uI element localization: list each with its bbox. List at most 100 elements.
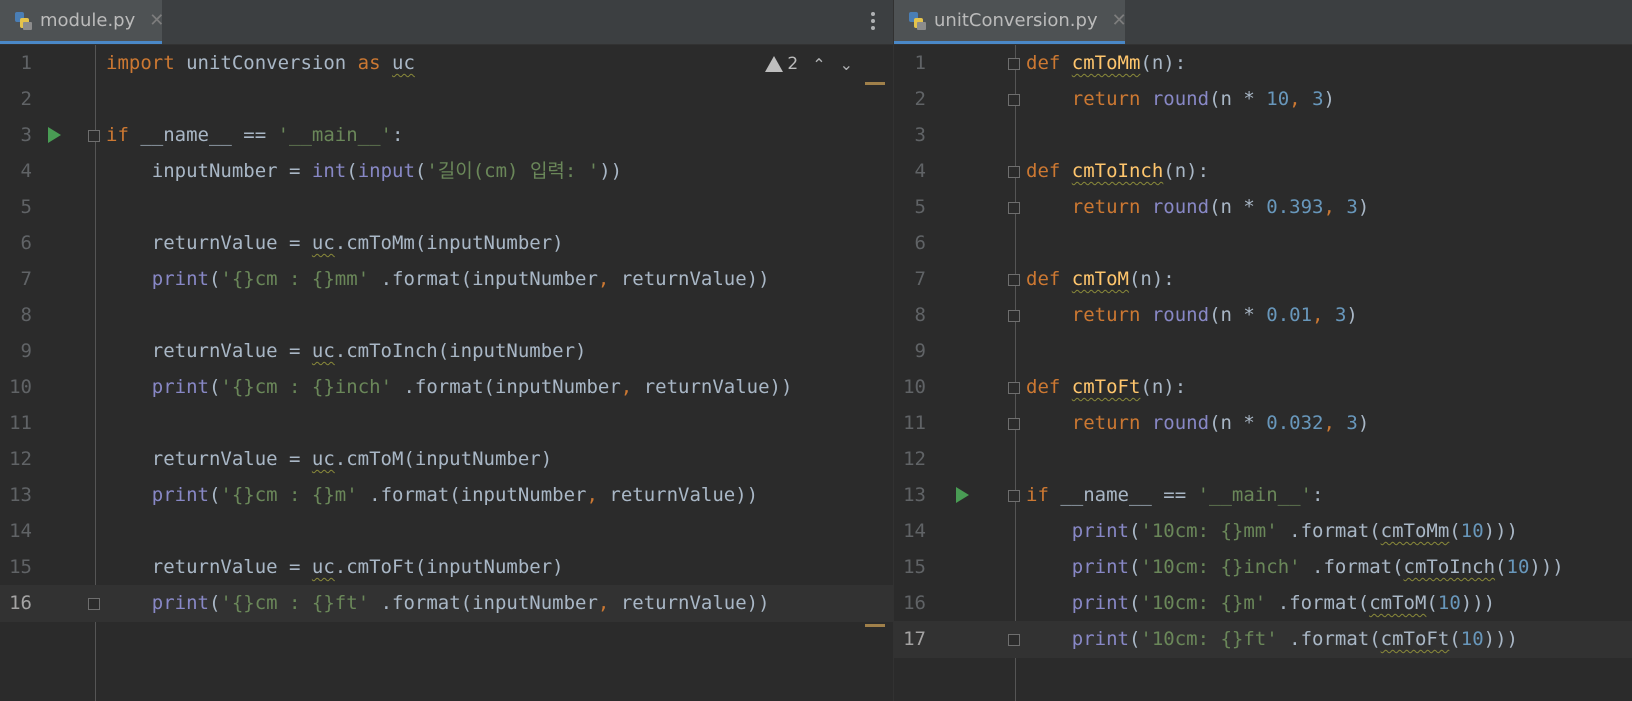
line-number: 13: [9, 484, 32, 506]
code-text: return round(n * 10, 3): [1071, 88, 1335, 110]
python-file-icon: [12, 10, 34, 32]
code-line[interactable]: 11 return round(n * 0.032, 3): [894, 405, 1632, 442]
close-icon[interactable]: ✕: [149, 10, 164, 31]
code-editor-unitconversion[interactable]: 1 def cmToMm(n): 2 return round(n * 10, 3)…: [894, 45, 1632, 701]
code-line[interactable]: 6: [894, 225, 1632, 262]
code-line[interactable]: 9: [894, 333, 1632, 370]
line-number: 3: [914, 124, 926, 146]
code-text: print('{}cm : {}ft' .format(inputNumber,…: [151, 592, 770, 614]
code-line[interactable]: 4 inputNumber = int(input('길이(cm) 입력: ')…: [0, 153, 893, 190]
code-line[interactable]: 15 returnValue = uc.cmToFt(inputNumber): [0, 549, 893, 586]
code-text: print('10cm: {}mm' .format(cmToMm(10))): [1071, 520, 1518, 542]
code-text: returnValue = uc.cmToInch(inputNumber): [106, 340, 587, 362]
code-text: if __name__ == '__main__':: [106, 124, 404, 146]
fold-marker-icon[interactable]: [1008, 58, 1020, 70]
fold-marker-icon[interactable]: [1008, 490, 1020, 502]
code-line[interactable]: 14 print('10cm: {}mm' .format(cmToMm(10)…: [894, 513, 1632, 550]
tab-module-py[interactable]: module.py ✕: [0, 0, 164, 44]
fold-marker-icon[interactable]: [1008, 166, 1020, 178]
line-number: 16: [9, 592, 32, 614]
tab-label: module.py: [40, 10, 136, 31]
tab-unitconversion-py[interactable]: unitConversion.py ✕: [894, 0, 1127, 44]
line-number: 8: [20, 304, 32, 326]
code-text: inputNumber = int(input('길이(cm) 입력: ')): [106, 160, 623, 182]
code-line[interactable]: 8: [0, 297, 893, 334]
line-number: 2: [914, 88, 926, 110]
run-icon[interactable]: [956, 487, 969, 503]
code-line[interactable]: 2 return round(n * 10, 3): [894, 81, 1632, 118]
line-number: 15: [903, 556, 926, 578]
code-text: def cmToMm(n):: [1026, 52, 1187, 74]
close-icon[interactable]: ✕: [1112, 10, 1127, 31]
code-text: return round(n * 0.032, 3): [1071, 412, 1370, 434]
fold-marker-icon[interactable]: [1008, 310, 1020, 322]
code-text: returnValue = uc.cmToFt(inputNumber): [106, 556, 564, 578]
line-number: 6: [20, 232, 32, 254]
line-number: 13: [903, 484, 926, 506]
line-number: 15: [9, 556, 32, 578]
code-line[interactable]: 16 print('10cm: {}m' .format(cmToM(10))): [894, 585, 1632, 622]
line-number: 7: [914, 268, 926, 290]
code-text: print('{}cm : {}m' .format(inputNumber, …: [151, 484, 759, 506]
more-vertical-icon[interactable]: [871, 12, 875, 33]
code-text: returnValue = uc.cmToMm(inputNumber): [106, 232, 564, 254]
fold-marker-icon[interactable]: [1008, 274, 1020, 286]
code-line[interactable]: 13 if __name__ == '__main__':: [894, 477, 1632, 514]
fold-marker-icon[interactable]: [1008, 634, 1020, 646]
code-line[interactable]: 4 def cmToInch(n):: [894, 153, 1632, 190]
tab-bar: unitConversion.py ✕: [894, 0, 1632, 45]
code-line[interactable]: 10 print('{}cm : {}inch' .format(inputNu…: [0, 369, 893, 406]
line-number: 9: [20, 340, 32, 362]
line-number: 14: [903, 520, 926, 542]
line-number: 9: [914, 340, 926, 362]
code-text: print('10cm: {}m' .format(cmToM(10))): [1071, 592, 1496, 614]
code-line[interactable]: 1 def cmToMm(n):: [894, 45, 1632, 82]
code-text: import unitConversion as uc: [106, 52, 415, 74]
code-line[interactable]: 5: [0, 189, 893, 226]
fold-marker-icon[interactable]: [1008, 382, 1020, 394]
code-line[interactable]: 7 print('{}cm : {}mm' .format(inputNumbe…: [0, 261, 893, 298]
code-text: print('{}cm : {}inch' .format(inputNumbe…: [151, 376, 793, 398]
code-line[interactable]: 16 print('{}cm : {}ft' .format(inputNumb…: [0, 585, 893, 622]
line-number: 1: [914, 52, 926, 74]
code-line[interactable]: 7 def cmToM(n):: [894, 261, 1632, 298]
line-number: 4: [914, 160, 926, 182]
fold-marker-icon[interactable]: [1008, 202, 1020, 214]
fold-marker-icon[interactable]: [1008, 94, 1020, 106]
code-line[interactable]: 6 returnValue = uc.cmToMm(inputNumber): [0, 225, 893, 262]
code-line[interactable]: 3 if __name__ == '__main__':: [0, 117, 893, 154]
code-text: def cmToInch(n):: [1026, 160, 1210, 182]
code-text: print('10cm: {}ft' .format(cmToFt(10))): [1071, 628, 1518, 650]
code-line[interactable]: 9 returnValue = uc.cmToInch(inputNumber): [0, 333, 893, 370]
code-line[interactable]: 14: [0, 513, 893, 550]
fold-marker-icon[interactable]: [88, 598, 100, 610]
code-line[interactable]: 17 print('10cm: {}ft' .format(cmToFt(10)…: [894, 621, 1632, 658]
fold-marker-icon[interactable]: [1008, 418, 1020, 430]
code-line[interactable]: 2: [0, 81, 893, 118]
code-line[interactable]: 8 return round(n * 0.01, 3): [894, 297, 1632, 334]
code-line[interactable]: 1 import unitConversion as uc: [0, 45, 893, 82]
code-line[interactable]: 12 returnValue = uc.cmToM(inputNumber): [0, 441, 893, 478]
editor-pane-module: module.py ✕ 2 ⌃ ⌄ 1 import unitConversion…: [0, 0, 894, 701]
code-line[interactable]: 15 print('10cm: {}inch' .format(cmToInch…: [894, 549, 1632, 586]
code-line[interactable]: 12: [894, 441, 1632, 478]
line-number: 14: [9, 520, 32, 542]
code-line[interactable]: 11: [0, 405, 893, 442]
code-text: return round(n * 0.01, 3): [1071, 304, 1358, 326]
tab-bar: module.py ✕: [0, 0, 893, 45]
fold-marker-icon[interactable]: [88, 130, 100, 142]
line-number: 5: [914, 196, 926, 218]
line-number: 12: [903, 448, 926, 470]
code-line[interactable]: 3: [894, 117, 1632, 154]
line-number: 17: [903, 628, 926, 650]
code-line[interactable]: 13 print('{}cm : {}m' .format(inputNumbe…: [0, 477, 893, 514]
line-number: 1: [20, 52, 32, 74]
code-editor-module[interactable]: 1 import unitConversion as uc 2 3 if __name_…: [0, 45, 893, 701]
code-line[interactable]: 10 def cmToFt(n):: [894, 369, 1632, 406]
line-number: 10: [903, 376, 926, 398]
code-text: def cmToFt(n):: [1026, 376, 1187, 398]
code-line[interactable]: 5 return round(n * 0.393, 3): [894, 189, 1632, 226]
python-file-icon: [906, 10, 928, 32]
line-number: 5: [20, 196, 32, 218]
run-icon[interactable]: [48, 127, 61, 143]
